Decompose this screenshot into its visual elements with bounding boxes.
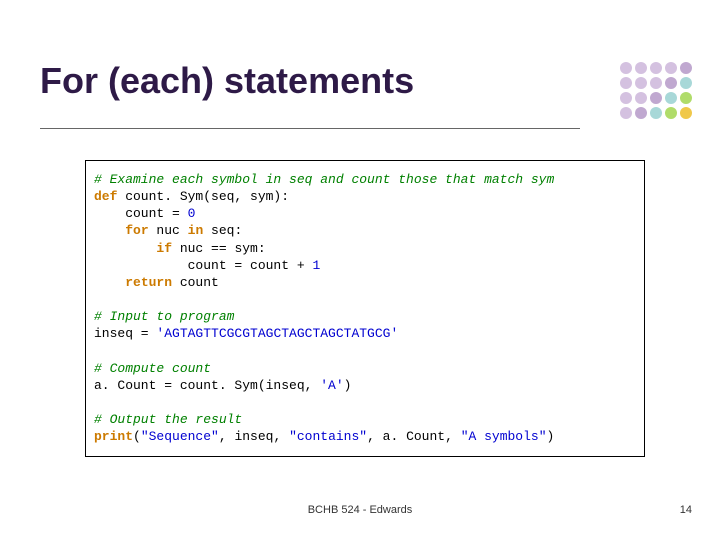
code-comment: # Input to program (94, 309, 234, 324)
code-keyword: print (94, 429, 133, 444)
code-keyword: for (125, 223, 148, 238)
dot-icon (650, 92, 662, 104)
code-text: count. Sym(seq, sym): (117, 189, 289, 204)
slide: For (each) statements # Examine each sym… (0, 0, 720, 540)
code-keyword: return (125, 275, 172, 290)
code-text: nuc == sym: (172, 241, 266, 256)
dot-icon (680, 62, 692, 74)
title-underline (40, 128, 580, 129)
dot-icon (635, 77, 647, 89)
dot-icon (635, 92, 647, 104)
code-text: inseq = (94, 326, 156, 341)
code-text: ) (344, 378, 352, 393)
code-number: 0 (188, 206, 196, 221)
dot-icon (620, 77, 632, 89)
code-text: , inseq, (219, 429, 289, 444)
dot-icon (680, 107, 692, 119)
code-keyword: if (156, 241, 172, 256)
code-text: count = (94, 206, 188, 221)
dot-icon (665, 92, 677, 104)
dot-icon (680, 92, 692, 104)
code-text: a. Count = count. Sym(inseq, (94, 378, 320, 393)
dot-icon (665, 62, 677, 74)
code-comment: # Output the result (94, 412, 242, 427)
dot-icon (650, 62, 662, 74)
dot-icon (620, 92, 632, 104)
code-block: # Examine each symbol in seq and count t… (85, 160, 645, 457)
code-string: "contains" (289, 429, 367, 444)
dot-icon (635, 107, 647, 119)
code-comment: # Examine each symbol in seq and count t… (94, 172, 554, 187)
code-string: "A symbols" (461, 429, 547, 444)
dot-icon (635, 62, 647, 74)
dot-icon (650, 107, 662, 119)
code-keyword: in (188, 223, 204, 238)
dot-icon (665, 107, 677, 119)
code-text: count (172, 275, 219, 290)
code-text: seq: (203, 223, 242, 238)
dot-icon (650, 77, 662, 89)
code-text: nuc (149, 223, 188, 238)
code-number: 1 (312, 258, 320, 273)
dot-icon (665, 77, 677, 89)
code-string: 'A' (320, 378, 343, 393)
dot-icon (620, 107, 632, 119)
code-keyword: def (94, 189, 117, 204)
title-area: For (each) statements (40, 60, 660, 102)
page-number: 14 (680, 504, 692, 516)
code-text: ) (547, 429, 555, 444)
code-text: ( (133, 429, 141, 444)
code-string: "Sequence" (141, 429, 219, 444)
decorative-dot-grid (620, 62, 692, 119)
dot-icon (680, 77, 692, 89)
dot-icon (620, 62, 632, 74)
code-text: , a. Count, (367, 429, 461, 444)
code-string: 'AGTAGTTCGCGTAGCTAGCTAGCTATGCG' (156, 326, 398, 341)
footer-text: BCHB 524 - Edwards (0, 504, 720, 516)
slide-title: For (each) statements (40, 60, 414, 102)
code-text: count = count + (94, 258, 312, 273)
code-comment: # Compute count (94, 361, 211, 376)
